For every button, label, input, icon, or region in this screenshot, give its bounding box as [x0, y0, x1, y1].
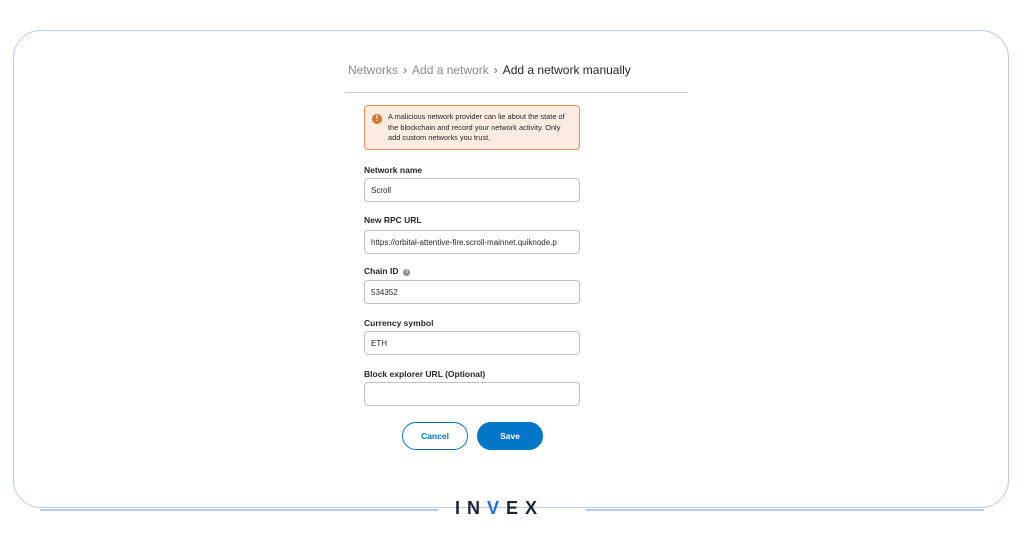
breadcrumb-networks[interactable]: Networks: [348, 63, 398, 77]
block-explorer-label: Block explorer URL (Optional): [364, 369, 486, 379]
breadcrumb: Networks › Add a network › Add a network man…: [348, 63, 631, 77]
currency-symbol-input[interactable]: [364, 331, 580, 355]
logo-text-v: V: [487, 498, 507, 518]
chain-id-label: Chain ID: [364, 266, 399, 276]
chain-id-input[interactable]: [364, 280, 580, 304]
chain-id-label-row: Chain ID i: [364, 266, 411, 276]
currency-symbol-label: Currency symbol: [364, 318, 434, 328]
rpc-url-label: New RPC URL: [364, 215, 422, 225]
logo-divider-left: [40, 509, 438, 511]
save-button[interactable]: Save: [477, 422, 543, 450]
logo-divider-right: [586, 509, 984, 511]
breadcrumb-current: Add a network manually: [502, 63, 631, 77]
info-icon[interactable]: i: [403, 269, 411, 276]
breadcrumb-add-network[interactable]: Add a network: [412, 63, 489, 77]
warning-banner: ! A malicious network provider can lie a…: [364, 105, 580, 150]
rpc-url-input[interactable]: [364, 230, 580, 254]
warning-text: A malicious network provider can lie abo…: [388, 112, 565, 142]
chevron-right-icon: ›: [493, 63, 498, 77]
header-divider: [345, 92, 688, 93]
block-explorer-input[interactable]: [364, 382, 580, 406]
invex-logo: INVEX: [455, 498, 544, 519]
network-name-label: Network name: [364, 165, 423, 175]
cancel-button[interactable]: Cancel: [402, 422, 468, 450]
chevron-right-icon: ›: [403, 63, 408, 77]
network-name-input[interactable]: [364, 178, 580, 202]
logo-text-right: EX: [506, 498, 545, 518]
logo-text-left: IN: [455, 498, 487, 518]
warning-icon: !: [372, 114, 382, 124]
